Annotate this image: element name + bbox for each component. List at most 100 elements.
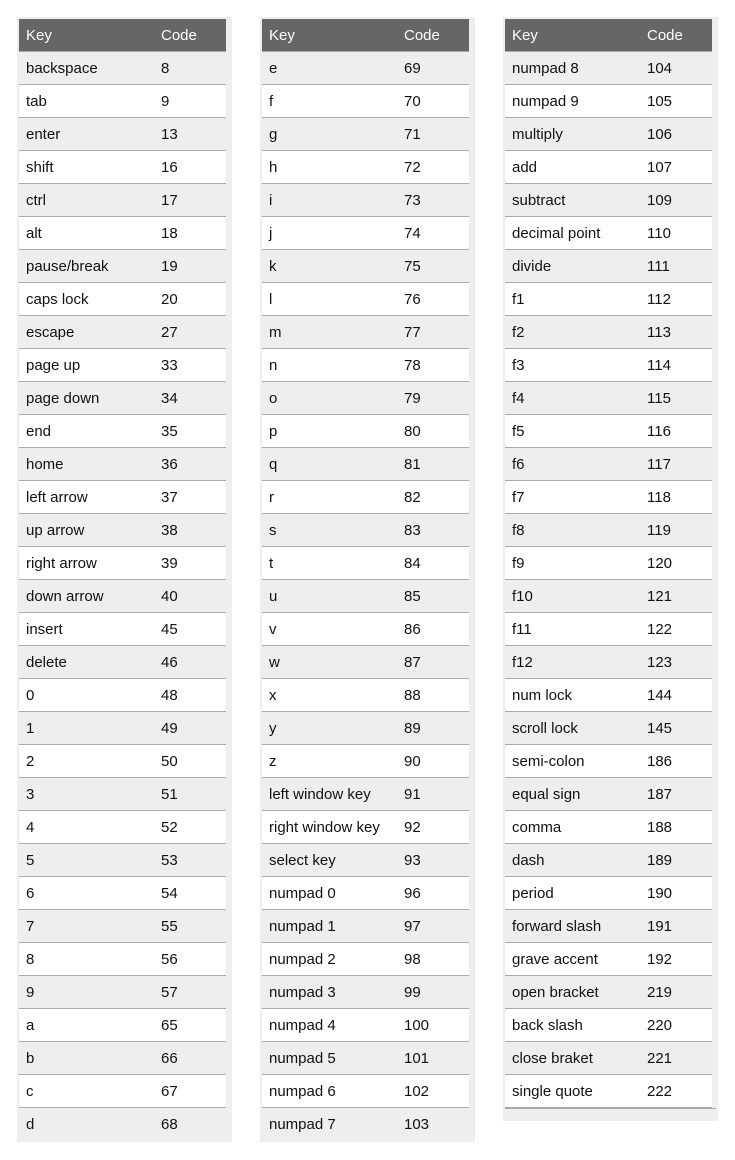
table-row: o 79: [262, 381, 469, 415]
table-row: numpad 9 105: [505, 84, 712, 118]
key-name-cell: 3: [19, 777, 161, 811]
key-code-cell: 97: [404, 909, 469, 943]
key-code-cell: 38: [161, 513, 226, 547]
key-name-cell: z: [262, 744, 404, 778]
key-code-cell: 222: [647, 1074, 712, 1108]
table-row: end 35: [19, 414, 226, 448]
key-code-cell: 69: [404, 51, 469, 85]
key-name-cell: single quote: [505, 1074, 647, 1108]
table-row: f3 114: [505, 348, 712, 382]
key-name-cell: k: [262, 249, 404, 283]
table-row: numpad 4 100: [262, 1008, 469, 1042]
table-row: page up 33: [19, 348, 226, 382]
key-code-cell: 96: [404, 876, 469, 910]
key-code-cell: 79: [404, 381, 469, 415]
key-name-cell: numpad 9: [505, 84, 647, 118]
key-code-cell: 221: [647, 1041, 712, 1075]
key-code-cell: 102: [404, 1074, 469, 1108]
key-name-cell: q: [262, 447, 404, 481]
table-row: f8 119: [505, 513, 712, 547]
table-row: delete 46: [19, 645, 226, 679]
table-row: u 85: [262, 579, 469, 613]
key-name-cell: numpad 8: [505, 51, 647, 85]
key-name-cell: f7: [505, 480, 647, 514]
column-header-code: Code: [404, 19, 469, 52]
key-name-cell: numpad 3: [262, 975, 404, 1009]
key-code-cell: 39: [161, 546, 226, 580]
table-row: numpad 7 103: [262, 1107, 469, 1140]
key-code-cell: 118: [647, 480, 712, 514]
key-code-cell: 51: [161, 777, 226, 811]
key-code-cell: 188: [647, 810, 712, 844]
key-name-cell: u: [262, 579, 404, 613]
key-name-cell: pause/break: [19, 249, 161, 283]
table-row: d 68: [19, 1107, 226, 1140]
key-code-cell: 104: [647, 51, 712, 85]
key-name-cell: end: [19, 414, 161, 448]
key-code-cell: 109: [647, 183, 712, 217]
key-code-cell: 76: [404, 282, 469, 316]
key-code-cell: 80: [404, 414, 469, 448]
table-row: 1 49: [19, 711, 226, 745]
key-name-cell: numpad 2: [262, 942, 404, 976]
key-name-cell: f9: [505, 546, 647, 580]
key-name-cell: numpad 7: [262, 1107, 404, 1140]
table-row: period 190: [505, 876, 712, 910]
table-row: caps lock 20: [19, 282, 226, 316]
table-row: semi-colon 186: [505, 744, 712, 778]
table-row: l 76: [262, 282, 469, 316]
key-name-cell: e: [262, 51, 404, 85]
key-name-cell: d: [19, 1107, 161, 1140]
table-row: v 86: [262, 612, 469, 646]
table-row: f11 122: [505, 612, 712, 646]
header-row: Key Code: [262, 19, 469, 52]
key-name-cell: j: [262, 216, 404, 250]
table-row: f5 116: [505, 414, 712, 448]
key-name-cell: y: [262, 711, 404, 745]
key-code-cell: 112: [647, 282, 712, 316]
table-row: down arrow 40: [19, 579, 226, 613]
key-name-cell: period: [505, 876, 647, 910]
key-name-cell: 2: [19, 744, 161, 778]
key-name-cell: backspace: [19, 51, 161, 85]
key-code-cell: 74: [404, 216, 469, 250]
keycode-table: Key Code e 69 f 70 g 71 h 72 i 73 j 74 k 75 l 76 m 77 n 78 o 79…: [262, 19, 469, 1140]
key-code-cell: 57: [161, 975, 226, 1009]
key-name-cell: 9: [19, 975, 161, 1009]
key-name-cell: dash: [505, 843, 647, 877]
key-code-cell: 50: [161, 744, 226, 778]
key-code-cell: 113: [647, 315, 712, 349]
key-code-cell: 78: [404, 348, 469, 382]
key-name-cell: 4: [19, 810, 161, 844]
key-name-cell: f11: [505, 612, 647, 646]
key-code-cell: 9: [161, 84, 226, 118]
key-name-cell: close braket: [505, 1041, 647, 1075]
table-row: f9 120: [505, 546, 712, 580]
key-code-cell: 123: [647, 645, 712, 679]
key-name-cell: semi-colon: [505, 744, 647, 778]
key-name-cell: 0: [19, 678, 161, 712]
key-name-cell: f3: [505, 348, 647, 382]
key-name-cell: f1: [505, 282, 647, 316]
key-name-cell: comma: [505, 810, 647, 844]
table-row: f12 123: [505, 645, 712, 679]
table-row: 9 57: [19, 975, 226, 1009]
table-row: 0 48: [19, 678, 226, 712]
key-code-cell: 46: [161, 645, 226, 679]
key-code-cell: 77: [404, 315, 469, 349]
table-row: w 87: [262, 645, 469, 679]
column-header-key: Key: [505, 19, 647, 52]
key-code-cell: 86: [404, 612, 469, 646]
table-row: backspace 8: [19, 51, 226, 85]
table-row: r 82: [262, 480, 469, 514]
key-code-cell: 90: [404, 744, 469, 778]
table-row: forward slash 191: [505, 909, 712, 943]
table-row: enter 13: [19, 117, 226, 151]
key-name-cell: numpad 6: [262, 1074, 404, 1108]
key-name-cell: o: [262, 381, 404, 415]
table-row: multiply 106: [505, 117, 712, 151]
key-code-cell: 192: [647, 942, 712, 976]
table-row: select key 93: [262, 843, 469, 877]
column-header-code: Code: [647, 19, 712, 52]
table-row: j 74: [262, 216, 469, 250]
